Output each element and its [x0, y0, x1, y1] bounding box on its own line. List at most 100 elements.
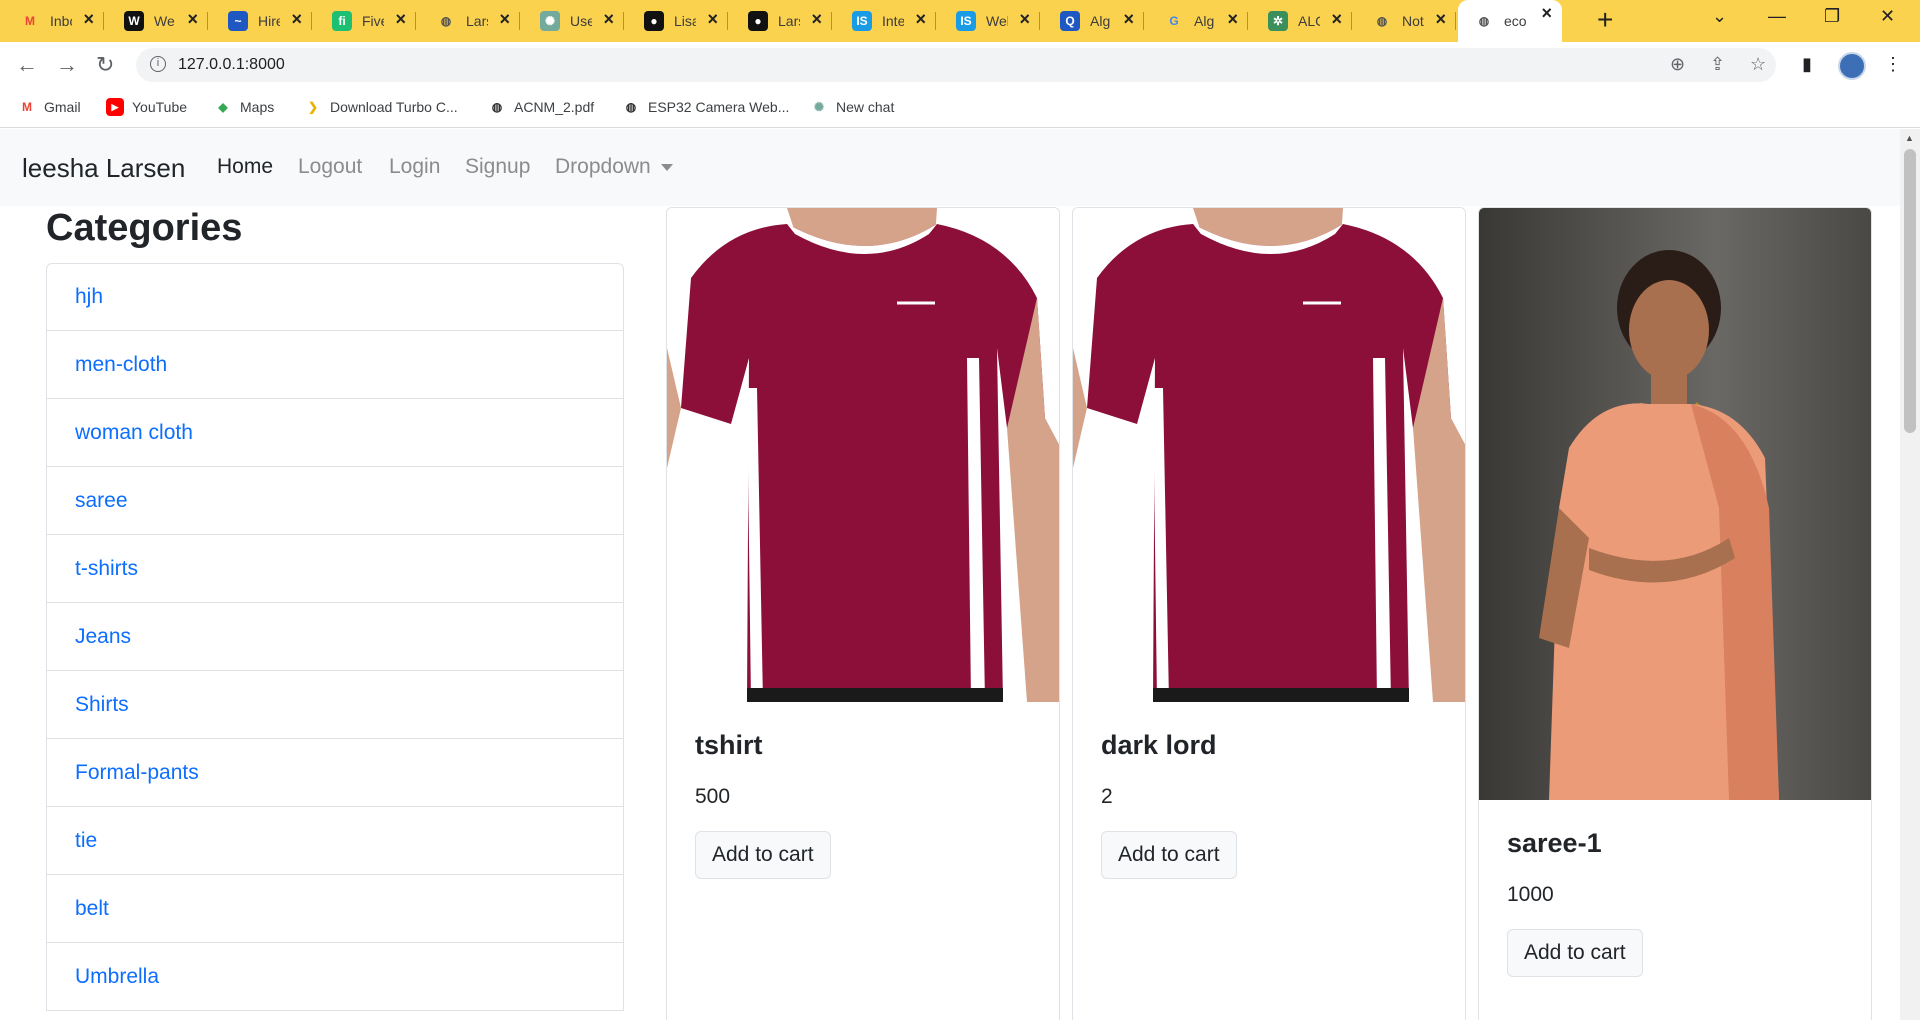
nav-home[interactable]: Home — [217, 155, 273, 179]
new-tab-button[interactable]: + — [1597, 4, 1613, 36]
close-tab-icon[interactable]: × — [1435, 9, 1446, 30]
browser-tab[interactable]: fi Five × — [316, 6, 416, 36]
browser-tab[interactable]: ◍ Not × — [1356, 6, 1456, 36]
category-item-jeans[interactable]: Jeans — [46, 603, 624, 671]
category-item-saree[interactable]: saree — [46, 467, 624, 535]
bookmark-star-icon[interactable]: ☆ — [1750, 54, 1766, 75]
product-card: tshirt 500 Add to cart — [666, 207, 1060, 1020]
close-tab-icon[interactable]: × — [187, 9, 198, 30]
browser-tab[interactable]: ~ Hire × — [212, 6, 312, 36]
address-url[interactable]: 127.0.0.1:8000 — [178, 56, 285, 74]
close-tab-icon[interactable]: × — [915, 9, 926, 30]
profile-avatar[interactable] — [1838, 52, 1866, 80]
browser-tab[interactable]: M Inbox × — [4, 6, 104, 36]
share-icon[interactable]: ⇪ — [1710, 54, 1725, 75]
browser-tab[interactable]: ● Lars × — [732, 6, 832, 36]
minimize-button[interactable]: — — [1768, 6, 1786, 27]
close-tab-icon[interactable]: × — [811, 9, 822, 30]
browser-tab[interactable]: ✲ ALC × — [1252, 6, 1352, 36]
nav-login[interactable]: Login — [389, 155, 440, 179]
bookmark-maps[interactable]: ◆ Maps — [214, 98, 274, 116]
forward-button[interactable]: → — [56, 52, 78, 78]
add-to-cart-button[interactable]: Add to cart — [1101, 831, 1237, 879]
menu-icon[interactable]: ⋮ — [1884, 54, 1902, 75]
bookmark-acnm[interactable]: ◍ ACNM_2.pdf — [488, 98, 594, 116]
turbo-icon: ❯ — [307, 100, 319, 114]
close-tab-icon[interactable]: × — [1541, 3, 1552, 24]
close-tab-icon[interactable]: × — [291, 9, 302, 30]
bookmark-gmail[interactable]: M Gmail — [18, 98, 81, 116]
product-image-saree[interactable] — [1479, 208, 1871, 800]
product-title: dark lord — [1101, 730, 1217, 760]
close-tab-icon[interactable]: × — [1019, 9, 1030, 30]
category-item-t-shirts[interactable]: t-shirts — [46, 535, 624, 603]
browser-tab-active[interactable]: ◍ eco × — [1458, 0, 1562, 42]
category-item-men-cloth[interactable]: men-cloth — [46, 331, 624, 399]
close-tab-icon[interactable]: × — [1123, 9, 1134, 30]
category-item-shirts[interactable]: Shirts — [46, 671, 624, 739]
category-item-formal-pants[interactable]: Formal-pants — [46, 739, 624, 807]
site-brand[interactable]: leesha Larsen — [22, 153, 185, 184]
close-tab-icon[interactable]: × — [499, 9, 510, 30]
tab-title: ALC — [1298, 13, 1320, 29]
category-item-tie[interactable]: tie — [46, 807, 624, 875]
browser-tab[interactable]: IS Inte × — [836, 6, 936, 36]
add-to-cart-button[interactable]: Add to cart — [1507, 929, 1643, 977]
browser-tab[interactable]: ◍ Lars × — [420, 6, 520, 36]
product-image-dark-lord[interactable] — [1073, 208, 1465, 702]
globe-icon: ◍ — [1376, 14, 1388, 28]
nav-logout[interactable]: Logout — [298, 155, 362, 179]
category-item-umbrella[interactable]: Umbrella — [46, 943, 624, 1011]
back-button[interactable]: ← — [16, 52, 38, 78]
restore-button[interactable]: ❐ — [1824, 6, 1840, 27]
browser-tab[interactable]: Q Alg × — [1044, 6, 1144, 36]
page-viewport: leesha Larsen Home Logout Login Signup D… — [0, 129, 1920, 1020]
browser-tab[interactable]: G Alg × — [1148, 6, 1248, 36]
zoom-icon[interactable]: ⊕ — [1670, 54, 1685, 75]
tab-separator — [831, 12, 832, 30]
product-card: saree-1 1000 Add to cart — [1478, 207, 1872, 1020]
scroll-up-icon[interactable]: ▲ — [1905, 133, 1914, 143]
category-item-hjh[interactable]: hjh — [46, 263, 624, 331]
bookmark-new-chat[interactable]: ✺ New chat — [810, 98, 894, 116]
close-tab-icon[interactable]: × — [1331, 9, 1342, 30]
category-item-woman-cloth[interactable]: woman cloth — [46, 399, 624, 467]
categories-heading: Categories — [46, 207, 243, 249]
close-tab-icon[interactable]: × — [1227, 9, 1238, 30]
tab-title: Five — [362, 13, 384, 29]
address-bar[interactable]: i 127.0.0.1:8000 ⊕ ⇪ ☆ — [136, 48, 1776, 82]
close-tab-icon[interactable]: × — [83, 9, 94, 30]
product-title: saree-1 — [1507, 828, 1602, 858]
bookmark-youtube[interactable]: ▶ YouTube — [106, 98, 187, 116]
category-item-belt[interactable]: belt — [46, 875, 624, 943]
browser-tab[interactable]: ● Lisa × — [628, 6, 728, 36]
nav-signup[interactable]: Signup — [465, 155, 530, 179]
close-tab-icon[interactable]: × — [707, 9, 718, 30]
product-title: tshirt — [695, 730, 763, 760]
close-tab-icon[interactable]: × — [395, 9, 406, 30]
browser-tab[interactable]: IS Wel × — [940, 6, 1040, 36]
tab-separator — [311, 12, 312, 30]
site-info-icon[interactable]: i — [150, 56, 166, 72]
browser-tab[interactable]: W We × — [108, 6, 208, 36]
browser-tab[interactable]: ✺ Use × — [524, 6, 624, 36]
add-to-cart-button[interactable]: Add to cart — [695, 831, 831, 879]
page-scrollbar[interactable]: ▲ — [1900, 129, 1920, 1020]
quora-icon: Q — [1060, 11, 1080, 31]
bookmark-turbo-c[interactable]: ❯ Download Turbo C... — [304, 98, 458, 116]
bookmark-esp32[interactable]: ◍ ESP32 Camera Web... — [622, 98, 790, 116]
close-window-button[interactable]: ✕ — [1880, 6, 1895, 27]
tab-search-chevron-icon[interactable]: ⌄ — [1712, 6, 1727, 27]
tab-title: Wel — [986, 13, 1008, 29]
tab-separator — [727, 12, 728, 30]
fiverr-icon: fi — [332, 11, 352, 31]
scrollbar-thumb[interactable] — [1904, 149, 1916, 433]
side-panel-icon[interactable]: ▮ — [1802, 54, 1812, 75]
product-image-tshirt[interactable] — [667, 208, 1059, 702]
chatgpt-icon: ✺ — [813, 100, 825, 114]
nav-dropdown[interactable]: Dropdown — [555, 155, 673, 179]
reload-button[interactable]: ↻ — [96, 52, 114, 78]
is-icon: IS — [956, 11, 976, 31]
close-tab-icon[interactable]: × — [603, 9, 614, 30]
globe-icon: ◍ — [1478, 14, 1490, 28]
